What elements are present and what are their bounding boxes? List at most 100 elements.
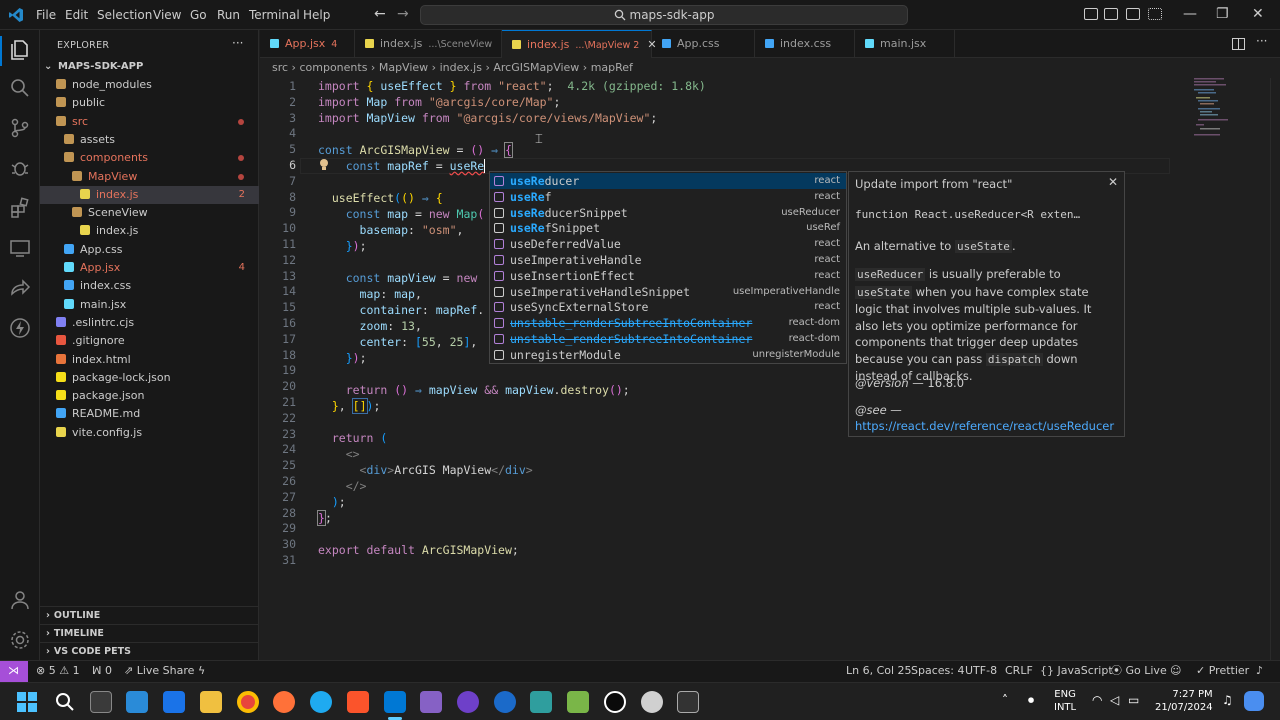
breadcrumb-item[interactable]: mapRef: [591, 61, 633, 74]
notifications-icon[interactable]: ♫: [1222, 693, 1233, 707]
go-live-button[interactable]: ⦿ Go Live: [1111, 661, 1167, 681]
tab-3[interactable]: App.css: [652, 30, 755, 58]
tree-item[interactable]: package.json: [40, 387, 259, 405]
copilot-taskbar-icon[interactable]: [1244, 691, 1264, 711]
details-link[interactable]: https://react.dev/reference/react/useRed…: [855, 418, 1116, 435]
app-icon-3[interactable]: [567, 691, 589, 713]
task-view-icon[interactable]: [90, 691, 112, 713]
tree-item[interactable]: src: [40, 113, 259, 131]
tree-item[interactable]: index.css: [40, 277, 259, 295]
suggest-widget[interactable]: useReducer react useRef react useReducerSnip…: [489, 171, 847, 364]
timeline-section[interactable]: › TIMELINE: [40, 624, 259, 642]
firefox-icon[interactable]: [273, 691, 295, 713]
breadcrumb-item[interactable]: components: [299, 61, 367, 74]
breadcrumb-item[interactable]: src: [272, 61, 288, 74]
copilot-icon[interactable]: ☺: [1170, 661, 1181, 681]
suggestion-item[interactable]: useDeferredValue react: [490, 236, 846, 252]
language-mode[interactable]: {} JavaScript: [1040, 661, 1113, 681]
visual-studio-icon[interactable]: [420, 691, 442, 713]
suggestion-item[interactable]: useRef react: [490, 189, 846, 205]
tree-item[interactable]: vite.config.js: [40, 424, 259, 442]
app-icon-2[interactable]: [530, 691, 552, 713]
back-arrow-icon[interactable]: ←: [374, 6, 386, 22]
vertical-scrollbar[interactable]: [1270, 78, 1280, 660]
restore-icon[interactable]: ❐: [1216, 6, 1229, 22]
minimap[interactable]: [1190, 78, 1270, 138]
suggestion-item[interactable]: useInsertionEffect react: [490, 268, 846, 284]
tree-item[interactable]: index.js 2: [40, 185, 259, 204]
tree-item[interactable]: public: [40, 94, 259, 112]
account-icon[interactable]: [8, 588, 32, 612]
tree-item[interactable]: node_modules: [40, 76, 259, 94]
indentation[interactable]: Spaces: 4: [911, 661, 964, 681]
suggestion-item[interactable]: useImperativeHandle react: [490, 252, 846, 268]
tree-item[interactable]: README.md: [40, 405, 259, 423]
problems-indicator[interactable]: ⊗ 5 ⚠ 1: [36, 661, 80, 681]
editor-more-icon[interactable]: ···: [1256, 34, 1267, 48]
suggestion-item[interactable]: useRefSnippet useRef: [490, 220, 846, 236]
edge-icon[interactable]: [310, 691, 332, 713]
ports-indicator[interactable]: ꟽ 0: [92, 661, 112, 681]
settings-gear-icon[interactable]: [8, 628, 32, 652]
lightning-icon[interactable]: ϟ: [198, 661, 205, 681]
tree-item[interactable]: SceneView: [40, 204, 259, 222]
menu-edit[interactable]: Edit: [65, 8, 88, 22]
tree-item[interactable]: App.jsx 4: [40, 259, 259, 277]
split-editor-icon[interactable]: [1232, 38, 1245, 50]
live-share-status[interactable]: ⇗ Live Share: [124, 661, 194, 681]
tree-item[interactable]: main.jsx: [40, 296, 259, 314]
windows-start-icon[interactable]: [16, 691, 38, 713]
chrome-icon[interactable]: [237, 691, 259, 713]
code-editor[interactable]: 1 2 3 4 5 6 7 8 9 10 11 12 13 14 15 16 17 18 19 20 21 22 23 24 2…: [260, 78, 1280, 660]
brave-icon[interactable]: [347, 691, 369, 713]
menu-terminal[interactable]: Terminal: [249, 8, 300, 22]
extensions-icon[interactable]: [8, 196, 32, 220]
battery-icon[interactable]: ▭: [1128, 693, 1139, 707]
file-explorer-icon[interactable]: [200, 691, 222, 713]
notifications-bell-icon[interactable]: ♪: [1256, 661, 1263, 681]
run-debug-icon[interactable]: [8, 156, 32, 180]
thunder-client-icon[interactable]: [8, 316, 32, 340]
suggestion-item[interactable]: unstable_renderSubtreeIntoContainer react…: [490, 315, 846, 331]
breadcrumb-item[interactable]: index.js: [440, 61, 482, 74]
tab-1[interactable]: index.js ...\SceneView: [355, 30, 502, 58]
remote-indicator[interactable]: ⋊: [0, 661, 28, 682]
toggle-secondary-sidebar-icon[interactable]: [1126, 8, 1140, 20]
end-of-line[interactable]: CRLF: [1005, 661, 1033, 681]
tree-item[interactable]: App.css: [40, 241, 259, 259]
menu-go[interactable]: Go: [190, 8, 207, 22]
suggestion-item[interactable]: unstable_renderSubtreeIntoContainer react…: [490, 331, 846, 347]
suggestion-item[interactable]: unregisterModule unregisterModule: [490, 347, 846, 363]
tree-item[interactable]: .gitignore: [40, 332, 259, 350]
tree-item[interactable]: MapView: [40, 168, 259, 186]
search-icon[interactable]: [54, 691, 76, 713]
project-root[interactable]: ⌄ MAPS-SDK-APP: [40, 58, 259, 76]
tree-item[interactable]: .eslintrc.cjs: [40, 314, 259, 332]
outline-section[interactable]: › OUTLINE: [40, 606, 259, 624]
app-icon-4[interactable]: [604, 691, 626, 713]
app-icon-1[interactable]: [494, 691, 516, 713]
tree-item[interactable]: assets: [40, 131, 259, 149]
tab-5[interactable]: main.jsx: [855, 30, 955, 58]
vscode-pets-section[interactable]: › VS CODE PETS: [40, 642, 259, 660]
explorer-icon[interactable]: [8, 38, 32, 62]
command-center-search[interactable]: maps-sdk-app: [420, 5, 908, 25]
menu-view[interactable]: View: [153, 8, 181, 22]
tab-4[interactable]: index.css: [755, 30, 855, 58]
suggestion-item[interactable]: useReducer react: [490, 173, 846, 189]
github-desktop-icon[interactable]: [457, 691, 479, 713]
toggle-panel-icon[interactable]: [1104, 8, 1118, 20]
store-icon[interactable]: [126, 691, 148, 713]
volume-icon[interactable]: ◁: [1110, 693, 1119, 707]
vscode-taskbar-icon[interactable]: [384, 691, 406, 713]
input-language[interactable]: ENG INTL: [1054, 688, 1076, 714]
menu-help[interactable]: Help: [303, 8, 330, 22]
cursor-position[interactable]: Ln 6, Col 25: [846, 661, 912, 681]
terminal-icon[interactable]: [677, 691, 699, 713]
encoding[interactable]: UTF-8: [965, 661, 997, 681]
microphone-icon[interactable]: ⏺: [1028, 693, 1034, 708]
tab-2[interactable]: index.js ...\MapView 2 ✕: [502, 30, 657, 58]
minimize-icon[interactable]: —: [1183, 6, 1197, 22]
live-share-icon[interactable]: [8, 276, 32, 300]
customize-layout-icon[interactable]: [1148, 8, 1162, 20]
